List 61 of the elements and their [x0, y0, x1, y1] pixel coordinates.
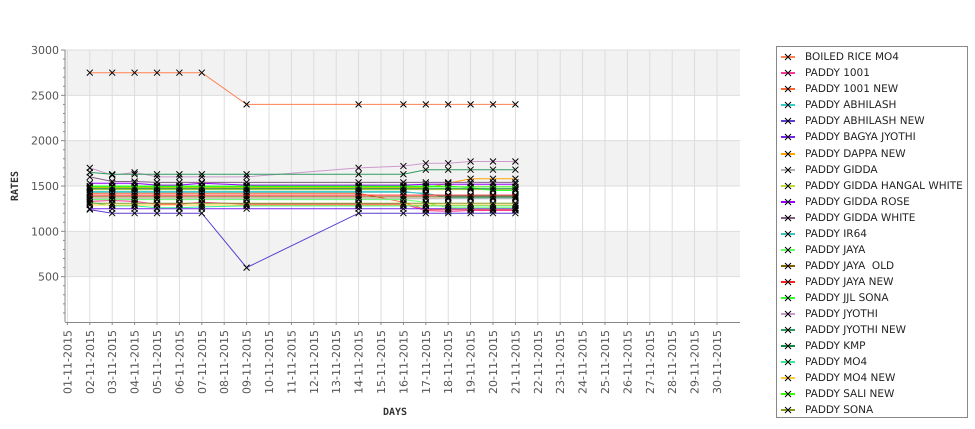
axis-tick-label: 17-11-2015 [420, 330, 433, 394]
legend-label: PADDY JYOTHI NEW [805, 324, 906, 336]
legend-label: PADDY GIDDA WHITE [805, 212, 916, 224]
axis-tick-label: 05-11-2015 [151, 330, 164, 394]
legend-label: PADDY GIDDA HANGAL WHITE [805, 180, 963, 192]
axis-tick-label: 1500 [31, 180, 59, 193]
legend-label: PADDY DAPPA NEW [805, 148, 906, 160]
legend-label: PADDY JAYA [805, 244, 866, 256]
axis-title: DAYS [382, 407, 408, 418]
axis-tick-label: 21-11-2015 [509, 330, 522, 394]
axis-tick-label: 01-11-2015 [61, 330, 74, 394]
axis-tick-label: 30-11-2015 [711, 330, 724, 394]
axis-tick-label: 19-11-2015 [464, 330, 478, 394]
legend-label: PADDY JAYA NEW [805, 276, 894, 288]
axis-tick-label: 20-11-2015 [487, 330, 500, 394]
axis-tick-label: 03-11-2015 [106, 330, 120, 394]
axis-tick-label: 22-11-2015 [532, 330, 545, 394]
axis-tick-label: 07-11-2015 [196, 330, 209, 394]
axis-tick-label: 27-11-2015 [644, 330, 657, 394]
legend-label: PADDY 1001 NEW [805, 83, 898, 96]
legend-label: PADDY MO4 [805, 356, 868, 368]
axis-tick-label: 1000 [31, 225, 59, 238]
legend-label: PADDY GIDDA [805, 164, 878, 176]
legend-label: PADDY MO4 NEW [805, 372, 896, 384]
axis-tick-label: 24-11-2015 [576, 330, 590, 394]
axis-tick-label: 15-11-2015 [375, 330, 388, 394]
legend-label: PADDY JYOTHI [805, 308, 878, 320]
legend-label: PADDY IR64 [805, 228, 867, 240]
legend-label: PADDY SALI NEW [805, 388, 894, 400]
axis-tick-label: 26-11-2015 [621, 330, 634, 394]
axis-tick-label: 2500 [31, 89, 59, 102]
axis-tick-label: 09-11-2015 [240, 330, 254, 394]
legend-label: PADDY BAGYA JYOTHI [805, 131, 916, 144]
axis-title: RATES [10, 170, 21, 202]
axis-tick-label: 06-11-2015 [173, 330, 186, 394]
axis-tick-label: 14-11-2015 [352, 330, 366, 394]
legend-label: PADDY ABHILASH NEW [805, 115, 925, 128]
axis-tick-label: 04-11-2015 [128, 330, 142, 394]
legend-label: PADDY ABHILASH [805, 99, 896, 112]
legend-label: BOILED RICE MO4 [805, 51, 899, 64]
axis-tick-label: 12-11-2015 [308, 330, 321, 394]
axis-tick-label: 28-11-2015 [666, 330, 680, 394]
legend-label: PADDY KMP [805, 340, 866, 352]
axis-tick-label: 2000 [31, 134, 59, 148]
legend-label: PADDY GIDDA ROSE [805, 196, 910, 208]
legend-label: PADDY 1001 [805, 67, 870, 80]
legend-label: PADDY JJL SONA [805, 292, 889, 304]
axis-tick-label: 500 [38, 270, 59, 284]
axis-tick-label: 02-11-2015 [84, 330, 97, 394]
legend-label: PADDY SONA [805, 404, 874, 416]
axis-tick-label: 18-11-2015 [442, 330, 456, 394]
axis-tick-label: 29-11-2015 [688, 330, 702, 394]
axis-tick-label: 13-11-2015 [330, 330, 344, 394]
axis-tick-label: 23-11-2015 [554, 330, 568, 394]
axis-tick-label: 11-11-2015 [285, 330, 298, 394]
axis-tick-label: 25-11-2015 [599, 330, 612, 394]
axis-tick-label: 10-11-2015 [263, 330, 276, 394]
axis-tick-label: 08-11-2015 [218, 330, 232, 394]
axis-tick-label: 16-11-2015 [397, 330, 410, 394]
legend-label: PADDY JAYA OLD [805, 260, 894, 272]
axis-tick-label: 3000 [31, 44, 59, 57]
